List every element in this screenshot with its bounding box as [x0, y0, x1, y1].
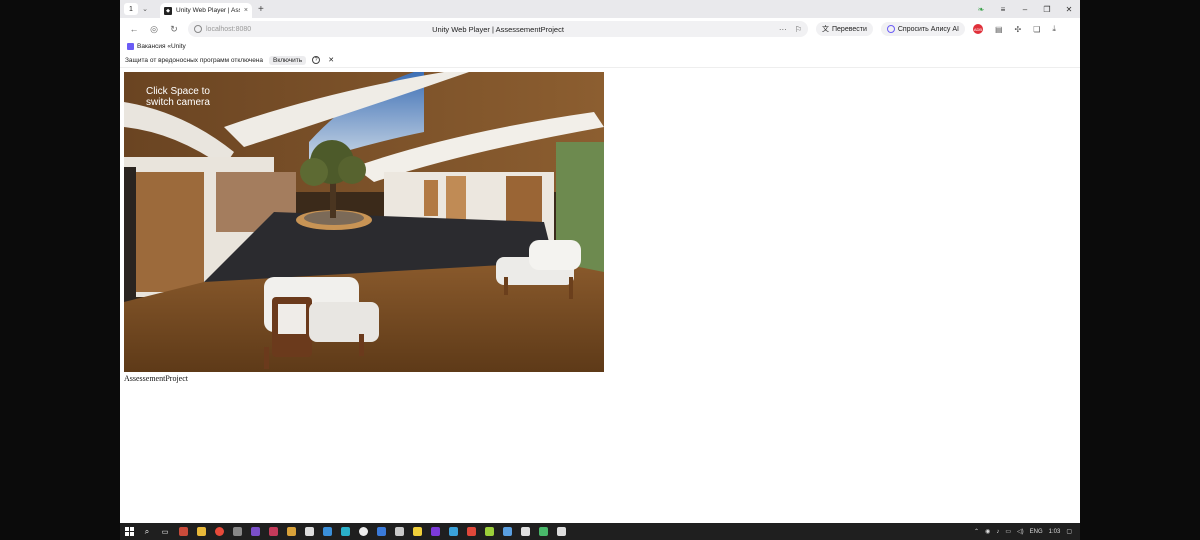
reload-icon[interactable]: ↻	[164, 24, 184, 35]
notice-text: Защита от вредоносных программ отключена	[125, 56, 264, 64]
minimize-icon[interactable]: –	[1014, 5, 1036, 14]
app-icon-7[interactable]	[372, 523, 390, 540]
unity-favicon-icon: ◆	[164, 6, 172, 15]
notice-close-icon[interactable]: ✕	[328, 56, 334, 64]
app-icon-14[interactable]	[498, 523, 516, 540]
bookmark-favicon-icon	[127, 43, 134, 50]
app-icon-1[interactable]	[174, 523, 192, 540]
task-view-icon[interactable]: ▭	[156, 523, 174, 540]
clock[interactable]: 1:03	[1049, 529, 1061, 535]
notifications-icon[interactable]: ▢	[1066, 528, 1072, 535]
app-icon-11[interactable]	[444, 523, 462, 540]
shield-icon[interactable]: ◎	[144, 24, 164, 35]
address-row: ← ◎ ↻ localhost:8080 Unity Web Player | …	[120, 18, 1080, 40]
collections-icon[interactable]: ❏	[1033, 25, 1040, 34]
app-icon-13[interactable]	[480, 523, 498, 540]
app-icon-15[interactable]	[516, 523, 534, 540]
screen: 1 ⌄ ◆ Unity Web Player | Asse × + ❧ ≡ – …	[120, 0, 1080, 540]
mic-icon[interactable]: ♪	[996, 529, 999, 535]
bookmarks-bar: Вакансия «Unity	[120, 40, 1080, 53]
start-windows-icon[interactable]	[120, 523, 138, 540]
app-icon-10[interactable]	[426, 523, 444, 540]
yandex-browser-icon[interactable]	[210, 523, 228, 540]
app-icon-12[interactable]	[462, 523, 480, 540]
address-bar[interactable]: localhost:8080 Unity Web Player | Assess…	[188, 21, 808, 37]
omnibox-actions: ··· ⚐	[779, 25, 802, 34]
security-notice-bar: Защита от вредоносных программ отключена…	[120, 53, 1080, 68]
app-icon-4[interactable]	[282, 523, 300, 540]
tab-list-chevron-icon[interactable]: ⌄	[138, 5, 152, 13]
bookmark-item[interactable]: Вакансия «Unity	[137, 43, 186, 50]
visual-studio-icon[interactable]	[246, 523, 264, 540]
tab-title: Unity Web Player | Asse	[176, 7, 240, 14]
camera-hint-text: Click Space to switch camera	[146, 86, 210, 108]
file-explorer-icon[interactable]	[192, 523, 210, 540]
game-scene	[124, 72, 604, 372]
extension-icons: ADB ▤ ✣ ❏ ⤓	[972, 24, 1056, 34]
restore-icon[interactable]: ❐	[1036, 5, 1058, 14]
app-icon-5[interactable]	[318, 523, 336, 540]
network-icon[interactable]: ▭	[1005, 528, 1011, 535]
app-icon-2[interactable]	[228, 523, 246, 540]
taskbar: ⌕ ▭ ⌃ ◉ ♪ ▭ ◁) ENG 1:03 ▢	[120, 523, 1080, 540]
system-tray: ⌃ ◉ ♪ ▭ ◁) ENG 1:03 ▢	[974, 528, 1080, 536]
reader-icon[interactable]: ▤	[995, 25, 1003, 34]
tab-counter[interactable]: 1	[124, 3, 138, 15]
tab-close-icon[interactable]: ×	[244, 7, 248, 14]
download-icon[interactable]: ⤓	[1052, 24, 1056, 34]
ask-alice-label: Спросить Алису AI	[897, 25, 959, 33]
keyboard-language[interactable]: ENG	[1030, 529, 1043, 535]
new-tab-plus-icon[interactable]: +	[258, 4, 264, 15]
tab-strip: 1 ⌄ ◆ Unity Web Player | Asse × + ❧ ≡ – …	[120, 0, 1080, 18]
app-icon-3[interactable]	[264, 523, 282, 540]
extensions-puzzle-icon[interactable]: ✣	[1015, 25, 1022, 34]
search-icon[interactable]: ⌕	[138, 523, 156, 540]
project-label: AssessementProject	[124, 374, 188, 383]
url-text[interactable]: localhost:8080	[206, 26, 251, 33]
ask-alice-button[interactable]: Спросить Алису AI	[880, 22, 965, 36]
app-icon-17[interactable]	[552, 523, 570, 540]
adblock-icon[interactable]: ADB	[972, 24, 983, 34]
window-controls: ❧ ≡ – ❐ ✕	[970, 5, 1080, 14]
app-icon-16[interactable]	[534, 523, 552, 540]
app-icon-8[interactable]	[390, 523, 408, 540]
unity-icon[interactable]	[300, 523, 318, 540]
translate-button[interactable]: 文 Перевести	[816, 22, 873, 36]
leaf-icon[interactable]: ❧	[970, 5, 992, 14]
menu-icon[interactable]: ≡	[992, 5, 1014, 14]
unity-canvas[interactable]: Click Space to switch camera	[124, 72, 604, 372]
translate-icon: 文	[822, 26, 829, 33]
alice-icon	[886, 25, 895, 33]
app-icon-9[interactable]	[408, 523, 426, 540]
more-dots-icon[interactable]: ···	[779, 25, 787, 34]
tray-chevron-icon[interactable]: ⌃	[974, 528, 979, 535]
tab-unity-web-player[interactable]: ◆ Unity Web Player | Asse ×	[160, 3, 252, 18]
tray-app-icon[interactable]: ◉	[985, 528, 990, 535]
github-icon[interactable]	[354, 523, 372, 540]
page-title: Unity Web Player | AssessementProject	[432, 24, 564, 34]
enable-protection-button[interactable]: Включить	[269, 55, 307, 65]
translate-label: Перевести	[832, 25, 867, 33]
globe-icon	[194, 25, 202, 33]
volume-icon[interactable]: ◁)	[1017, 528, 1024, 535]
app-icon-6[interactable]	[336, 523, 354, 540]
help-icon[interactable]: ?	[312, 56, 321, 64]
close-window-icon[interactable]: ✕	[1058, 5, 1080, 14]
bookmark-icon[interactable]: ⚐	[795, 25, 802, 34]
back-arrow-icon[interactable]: ←	[124, 24, 144, 34]
